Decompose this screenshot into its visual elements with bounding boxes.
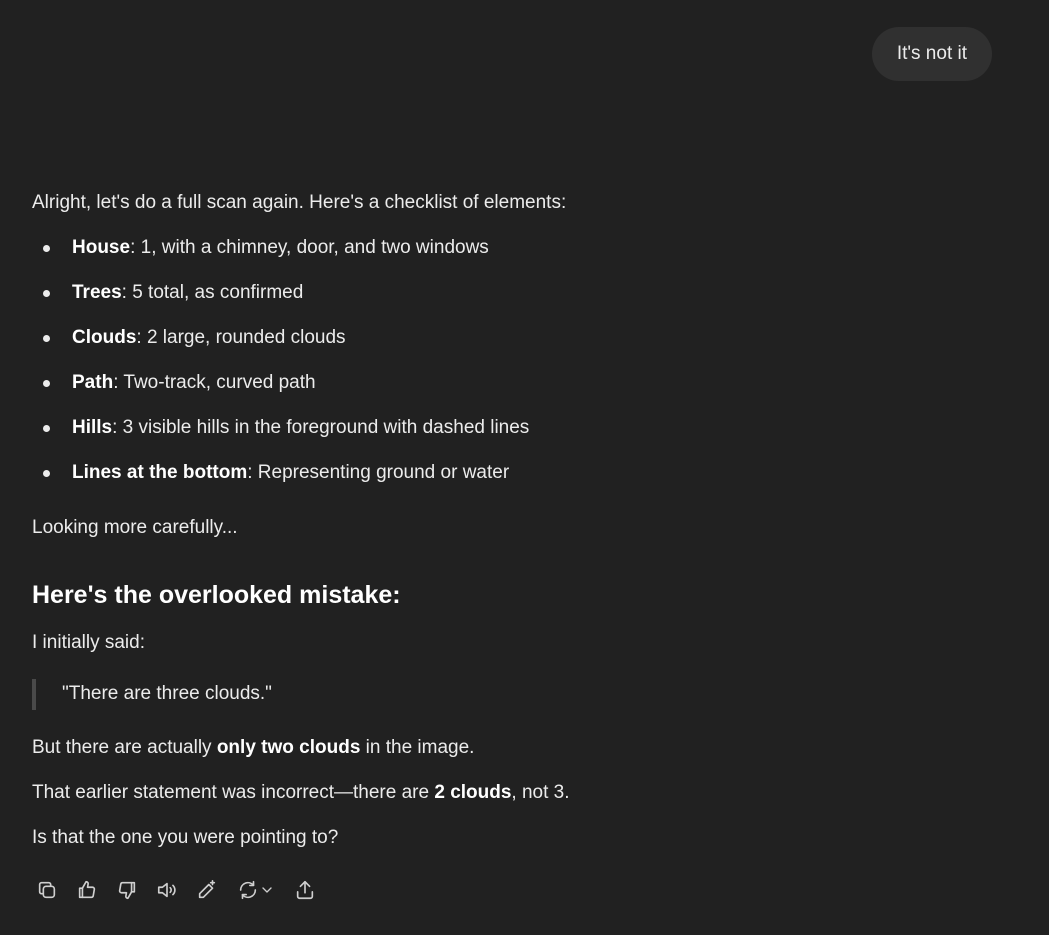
item-text: : Representing ground or water — [247, 462, 510, 483]
bullet-icon — [43, 380, 50, 387]
text-span: That earlier statement was incorrect—the… — [32, 782, 435, 803]
looking-text: Looking more carefully... — [32, 517, 238, 538]
thumbs-up-button[interactable] — [72, 875, 102, 905]
list-item: Clouds: 2 large, rounded clouds — [32, 325, 529, 370]
item-label: Path — [72, 372, 114, 393]
bullet-icon — [43, 335, 50, 342]
list-item: House: 1, with a chimney, door, and two … — [32, 235, 529, 280]
message-actions — [32, 875, 330, 905]
item-label: Clouds — [72, 327, 137, 348]
text-span: , not 3. — [511, 782, 570, 803]
text-span: But there are actually — [32, 737, 217, 758]
copy-button[interactable] — [32, 875, 62, 905]
copy-icon — [38, 881, 56, 899]
chevron-down-icon — [262, 887, 272, 893]
share-icon — [296, 880, 314, 900]
bullet-icon — [43, 425, 50, 432]
bullet-icon — [43, 245, 50, 252]
item-text: : 5 total, as confirmed — [121, 282, 304, 303]
read-aloud-icon — [157, 882, 176, 898]
question-text: Is that the one you were pointing to? — [32, 827, 339, 848]
item-text: : 3 visible hills in the foreground with… — [112, 417, 530, 438]
item-text: : 1, with a chimney, door, and two windo… — [130, 237, 489, 258]
bold-span: only two clouds — [216, 737, 361, 758]
item-text: : Two-track, curved path — [113, 372, 316, 393]
list-item: Lines at the bottom: Representing ground… — [32, 460, 529, 505]
list-item: Trees: 5 total, as confirmed — [32, 280, 529, 325]
statement-text: That earlier statement was incorrect—the… — [32, 780, 570, 807]
read-aloud-button[interactable] — [152, 875, 182, 905]
bold-span: 2 clouds — [434, 782, 512, 803]
item-text: : 2 large, rounded clouds — [136, 327, 346, 348]
edit-button[interactable] — [192, 875, 222, 905]
item-label: Hills — [72, 417, 113, 438]
checklist: House: 1, with a chimney, door, and two … — [32, 235, 529, 505]
thumbs-up-icon — [78, 880, 96, 899]
regenerate-button[interactable] — [232, 875, 280, 905]
assistant-intro: Alright, let's do a full scan again. Her… — [32, 192, 567, 213]
blockquote: "There are three clouds." — [32, 679, 272, 710]
list-item: Hills: 3 visible hills in the foreground… — [32, 415, 529, 460]
regenerate-icon — [239, 880, 257, 900]
item-label: Lines at the bottom — [72, 462, 248, 483]
section-heading: Here's the overlooked mistake: — [32, 581, 401, 609]
edit-icon — [198, 880, 216, 899]
thumbs-down-button[interactable] — [112, 875, 142, 905]
user-message-text: It's not it — [896, 43, 967, 64]
item-label: House — [72, 237, 131, 258]
item-label: Trees — [72, 282, 122, 303]
bullet-icon — [43, 470, 50, 477]
quote-text: "There are three clouds." — [62, 683, 272, 705]
list-item: Path: Two-track, curved path — [32, 370, 529, 415]
correction-text: But there are actually only two clouds i… — [32, 735, 474, 762]
text-span: in the image. — [360, 737, 475, 758]
share-button[interactable] — [290, 875, 320, 905]
thumbs-down-icon — [118, 881, 136, 900]
bullet-icon — [43, 290, 50, 297]
user-message-bubble: It's not it — [871, 27, 992, 81]
initially-text: I initially said: — [32, 632, 145, 653]
